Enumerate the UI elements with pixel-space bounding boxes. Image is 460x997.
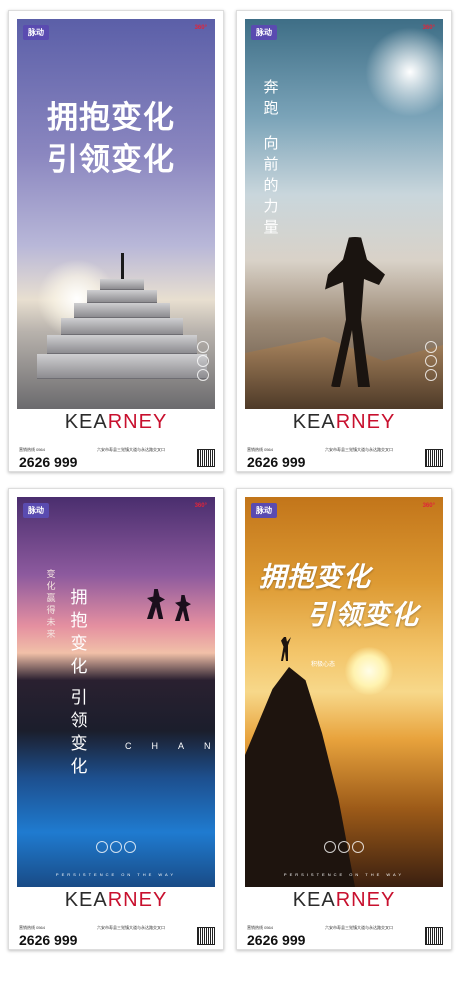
poster-photo: 脉动 360° 变 化 赢 得 未 来 拥 抱 变 化 引 领 变 化 CHAN… [17, 497, 215, 887]
phone-label: 营销热线 0564 [247, 925, 274, 930]
kearney-logo: KEARNEY [292, 411, 396, 433]
circle-marks [17, 838, 215, 857]
phone-label: 营销热线 0564 [19, 447, 46, 452]
brand-badge: 脉动 [251, 25, 277, 40]
address: 六安市寿县三觉镇大道与永达路交叉口 [325, 925, 393, 930]
poster-card-1: 脉动 360° 拥抱变化 引领变化 KEARNEY 营销热线 0564 2626… [8, 10, 224, 472]
address: 六安市寿县三觉镇大道与永达路交叉口 [325, 447, 393, 452]
poster-card-4: 脉动 360° 拥抱变化 引领变化 积极心态 PERSISTENCE ON TH… [236, 488, 452, 950]
english-word: CHAN [125, 741, 211, 751]
runner-silhouette-2 [175, 595, 191, 621]
vertical-headline: 拥 抱 变 化 引 领 变 化 [70, 588, 88, 777]
headline: 拥抱变化 引领变化 [259, 559, 419, 635]
brand-360: 360° [194, 503, 207, 509]
poster-photo: 脉动 360° 拥抱变化 引领变化 积极心态 PERSISTENCE ON TH… [245, 497, 443, 887]
address: 六安市寿县三觉镇大道与永达路交叉口 [97, 447, 165, 452]
sun [345, 647, 393, 695]
headline-line-1: 拥抱变化 [259, 562, 371, 593]
circle-marks [197, 339, 209, 383]
phone-number: 2626 999 [247, 454, 306, 470]
address: 六安市寿县三觉镇大道与永达路交叉口 [97, 925, 165, 930]
climber-silhouette [281, 637, 291, 661]
standing-figure [121, 253, 124, 279]
kearney-logo: KEARNEY [292, 889, 396, 911]
tagline: PERSISTENCE ON THE WAY [283, 872, 405, 877]
headline: 拥抱变化 引领变化 [47, 97, 175, 181]
poster-card-2: 脉动 360° 奔 跑 向 前 的 力 量 KEARNEY 营销热线 0564 … [236, 10, 452, 472]
poster-photo: 脉动 360° 拥抱变化 引领变化 [17, 19, 215, 409]
step-pyramid [37, 279, 207, 379]
kearney-logo: KEARNEY [64, 889, 168, 911]
qr-code-icon [197, 927, 215, 945]
vertical-subtext: 变 化 赢 得 未 来 [46, 570, 56, 640]
brand-360: 360° [422, 503, 435, 509]
poster-photo: 脉动 360° 奔 跑 向 前 的 力 量 [245, 19, 443, 409]
phone-label: 营销热线 0564 [19, 925, 46, 930]
phone-number: 2626 999 [247, 932, 306, 948]
qr-code-icon [425, 449, 443, 467]
subline: 积极心态 [311, 661, 336, 668]
poster-card-3: 脉动 360° 变 化 赢 得 未 来 拥 抱 变 化 引 领 变 化 CHAN… [8, 488, 224, 950]
brand-badge: 脉动 [23, 503, 49, 518]
phone-label: 营销热线 0564 [247, 447, 274, 452]
kearney-logo: KEARNEY [64, 411, 168, 433]
circle-marks [425, 339, 437, 383]
phone-number: 2626 999 [19, 932, 78, 948]
tagline: PERSISTENCE ON THE WAY [55, 872, 177, 877]
headline-line-2: 引领变化 [47, 142, 175, 178]
phone-number: 2626 999 [19, 454, 78, 470]
circle-marks [245, 838, 443, 857]
brand-badge: 脉动 [251, 503, 277, 518]
brand-badge: 脉动 [23, 25, 49, 40]
qr-code-icon [197, 449, 215, 467]
qr-code-icon [425, 927, 443, 945]
vertical-slogan: 奔 跑 向 前 的 力 量 [263, 78, 279, 236]
runner-silhouette-1 [147, 589, 165, 619]
brand-360: 360° [194, 25, 207, 31]
headline-line-2: 引领变化 [307, 600, 419, 631]
headline-line-1: 拥抱变化 [47, 100, 175, 136]
sun-glow [365, 27, 443, 117]
